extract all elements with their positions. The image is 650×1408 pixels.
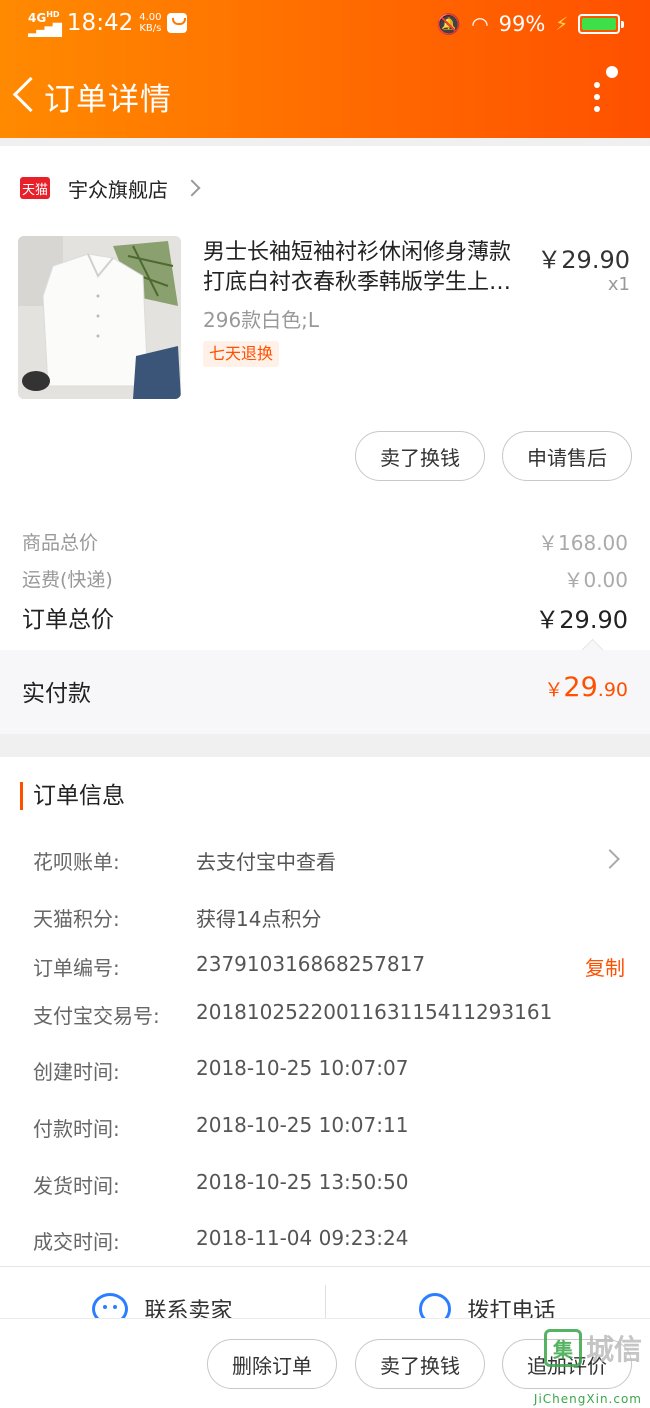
watermark-url: JiChengXin.com xyxy=(533,1392,642,1406)
order-total-label: 订单总价 xyxy=(22,607,114,633)
product-price: ￥29.90 xyxy=(537,246,630,274)
paid-amount: ￥29.90 xyxy=(544,672,628,703)
shipped-time-row: 发货时间: 2018-10-25 13:50:50 xyxy=(33,1170,409,1198)
chevron-right-icon xyxy=(183,179,201,197)
product-quantity: x1 xyxy=(607,274,630,295)
shop-link[interactable]: 天猫 宇众旗舰店 xyxy=(20,174,201,202)
product-image[interactable] xyxy=(18,236,181,399)
completed-time-row: 成交时间: 2018-11-04 09:23:24 xyxy=(33,1226,409,1254)
wifi-icon: ◠ xyxy=(471,12,489,36)
battery-icon xyxy=(578,14,624,34)
shopping-bag-icon xyxy=(167,13,188,33)
order-number-row: 订单编号: 237910316868257817 复制 xyxy=(33,952,625,981)
goods-total-value: ￥168.00 xyxy=(538,531,628,555)
white-shirt-photo xyxy=(18,236,181,399)
contact-seller-button[interactable]: 联系卖家 xyxy=(0,1267,325,1318)
more-menu-button[interactable] xyxy=(594,66,620,116)
alipay-trade-row: 支付宝交易号: 2018102522001163115411293161 xyxy=(33,1000,553,1028)
chevron-right-icon xyxy=(600,849,620,869)
after-sale-button[interactable]: 申请售后 xyxy=(502,431,632,481)
site-watermark: 集 城信 xyxy=(543,1328,642,1368)
sell-item-button[interactable]: 卖了换钱 xyxy=(355,431,485,481)
contact-bar: 联系卖家 拨打电话 xyxy=(0,1266,650,1318)
goods-total-label: 商品总价 xyxy=(22,532,99,554)
mute-bell-icon: 🔕 xyxy=(436,12,462,36)
paid-label: 实付款 xyxy=(22,681,91,707)
sell-item-button-bottom[interactable]: 卖了换钱 xyxy=(355,1339,485,1389)
status-bar: 4GHD ▂▄▆█ 18:42 4.00 KB/s 🔕 ◠ 99% ⚡ xyxy=(0,0,650,50)
phone-icon xyxy=(419,1293,452,1318)
created-time-row: 创建时间: 2018-10-25 10:07:07 xyxy=(33,1056,409,1084)
notification-dot xyxy=(606,66,618,78)
nav-bar: 订单详情 xyxy=(0,60,650,130)
app-header: 4GHD ▂▄▆█ 18:42 4.00 KB/s 🔕 ◠ 99% ⚡ 订单详情 xyxy=(0,0,650,138)
watermark-logo: 集 xyxy=(543,1329,582,1367)
product-title[interactable]: 男士长袖短袖衬衫休闲修身薄款 打底白衬衣春秋季韩版学生上… xyxy=(203,238,543,298)
call-phone-button[interactable]: 拨打电话 xyxy=(325,1267,650,1318)
return-policy-badge: 七天退换 xyxy=(203,341,280,367)
charging-icon: ⚡ xyxy=(555,13,568,35)
huabei-bill-row[interactable]: 花呗账单: 去支付宝中查看 xyxy=(33,846,633,876)
paid-time-row: 付款时间: 2018-10-25 10:07:11 xyxy=(33,1113,409,1141)
page-title: 订单详情 xyxy=(44,82,172,118)
order-total-value: ￥29.90 xyxy=(535,606,628,634)
network-speed: 4.00 KB/s xyxy=(139,12,162,34)
shop-name: 宇众旗舰店 xyxy=(68,177,168,202)
product-sku: 296款白色;L xyxy=(203,308,320,332)
tmall-logo-icon: 天猫 xyxy=(20,177,50,199)
back-arrow-icon[interactable] xyxy=(10,72,40,118)
shipping-label: 运费(快递) xyxy=(22,569,113,591)
shipping-value: ￥0.00 xyxy=(563,568,628,592)
delete-order-button[interactable]: 删除订单 xyxy=(207,1339,337,1389)
copy-button[interactable]: 复制 xyxy=(585,952,625,981)
tmall-points-row: 天猫积分: 获得14点积分 xyxy=(33,907,322,931)
signal-indicator: 4GHD ▂▄▆█ xyxy=(28,9,62,37)
chat-icon xyxy=(92,1293,129,1318)
order-info-heading: 订单信息 xyxy=(20,782,125,810)
clock: 18:42 xyxy=(66,10,134,36)
paid-amount-section: 实付款 ￥29.90 xyxy=(0,650,650,734)
battery-percent: 99% xyxy=(498,12,546,36)
